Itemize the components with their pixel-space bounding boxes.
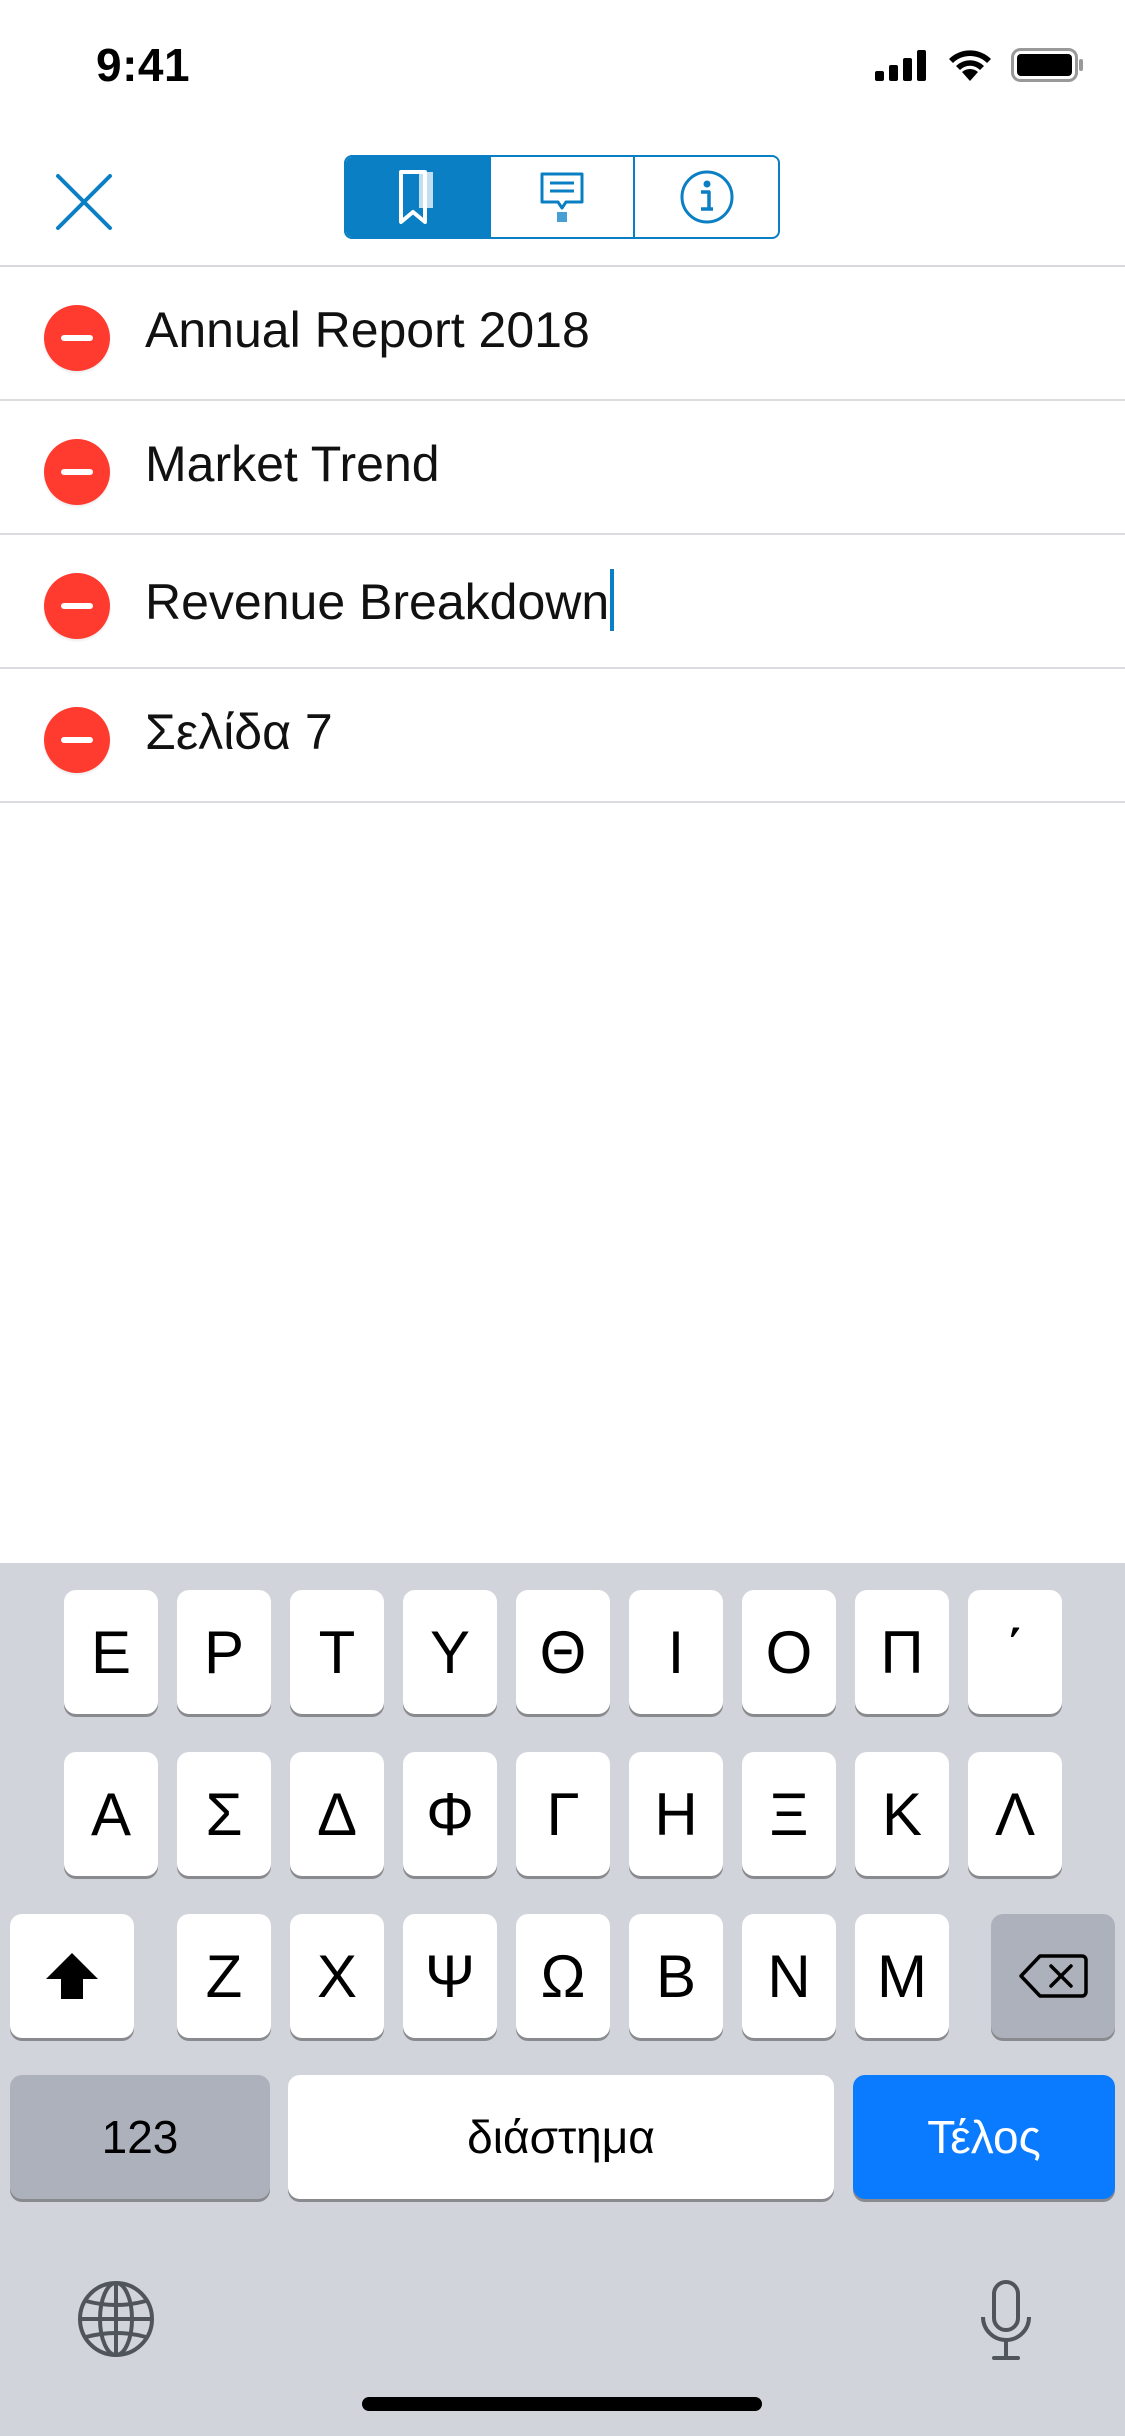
backspace-icon — [1019, 1954, 1088, 1998]
list-item[interactable]: Revenue Breakdown — [0, 535, 1125, 669]
bookmark-title[interactable]: Market Trend — [145, 435, 440, 493]
signal-icon — [875, 50, 926, 81]
status-time: 9:41 — [96, 39, 191, 91]
space-key[interactable]: διάστημα — [288, 2075, 834, 2199]
keyboard: Ε Ρ Τ Υ Θ Ι Ο Π ΄ Α Σ Δ Φ Γ Η Ξ Κ Λ Ζ Χ … — [0, 1563, 1125, 2436]
key[interactable]: Δ — [290, 1752, 384, 1876]
key[interactable]: Λ — [968, 1752, 1062, 1876]
key[interactable]: Ι — [629, 1590, 723, 1714]
key[interactable]: Ζ — [177, 1914, 271, 2038]
key[interactable]: Γ — [516, 1752, 610, 1876]
key[interactable]: Ε — [64, 1590, 158, 1714]
bookmark-title-input[interactable]: Revenue Breakdown — [145, 569, 615, 631]
minus-icon — [61, 469, 93, 475]
key[interactable]: Ο — [742, 1590, 836, 1714]
wifi-icon — [949, 50, 991, 81]
delete-button[interactable] — [44, 573, 110, 639]
done-key[interactable]: Τέλος — [853, 2075, 1115, 2199]
key[interactable]: Τ — [290, 1590, 384, 1714]
bookmark-title[interactable]: Σελίδα 7 — [145, 703, 333, 761]
key[interactable]: Υ — [403, 1590, 497, 1714]
key[interactable]: Α — [64, 1752, 158, 1876]
home-indicator — [362, 2397, 762, 2411]
close-button[interactable] — [52, 170, 116, 234]
delete-key[interactable] — [991, 1914, 1115, 2038]
nav-bar — [0, 140, 1125, 267]
delete-button[interactable] — [44, 707, 110, 773]
delete-button[interactable] — [44, 305, 110, 371]
minus-icon — [61, 603, 93, 609]
globe-icon — [78, 2281, 154, 2357]
list-item[interactable]: Σελίδα 7 — [0, 669, 1125, 803]
numbers-key[interactable]: 123 — [10, 2075, 270, 2199]
comment-icon — [540, 172, 584, 222]
globe-button[interactable] — [76, 2279, 156, 2359]
key[interactable]: Ξ — [742, 1752, 836, 1876]
bookmark-list: Annual Report 2018 Market Trend Revenue … — [0, 267, 1125, 803]
status-icons — [875, 48, 1085, 82]
key[interactable]: Η — [629, 1752, 723, 1876]
key[interactable]: Ν — [742, 1914, 836, 2038]
tab-bookmarks[interactable] — [346, 157, 491, 237]
list-item[interactable]: Annual Report 2018 — [0, 267, 1125, 401]
status-bar: 9:41 — [0, 0, 1125, 140]
battery-icon — [1011, 48, 1083, 82]
bookmark-title[interactable]: Annual Report 2018 — [145, 301, 590, 359]
key[interactable]: ΄ — [968, 1590, 1062, 1714]
key[interactable]: Σ — [177, 1752, 271, 1876]
key[interactable]: Κ — [855, 1752, 949, 1876]
bookmark-title-text: Revenue Breakdown — [145, 574, 610, 630]
minus-icon — [61, 737, 93, 743]
minus-icon — [61, 335, 93, 341]
key[interactable]: Ω — [516, 1914, 610, 2038]
tab-info[interactable] — [635, 157, 778, 237]
key[interactable]: Ρ — [177, 1590, 271, 1714]
key[interactable]: Ψ — [403, 1914, 497, 2038]
tab-annotations[interactable] — [491, 157, 636, 237]
key[interactable]: Θ — [516, 1590, 610, 1714]
key[interactable]: Π — [855, 1590, 949, 1714]
view-segmented-control — [344, 155, 780, 239]
shift-key[interactable] — [10, 1914, 134, 2038]
key[interactable]: Β — [629, 1914, 723, 2038]
close-icon — [56, 174, 112, 230]
bookmark-icon — [399, 170, 434, 224]
key[interactable]: Μ — [855, 1914, 949, 2038]
info-icon — [680, 170, 734, 224]
text-caret — [610, 569, 615, 631]
microphone-button[interactable] — [978, 2279, 1034, 2363]
microphone-icon — [981, 2280, 1031, 2360]
delete-button[interactable] — [44, 439, 110, 505]
key[interactable]: Χ — [290, 1914, 384, 2038]
list-item[interactable]: Market Trend — [0, 401, 1125, 535]
key[interactable]: Φ — [403, 1752, 497, 1876]
shift-icon — [46, 1953, 98, 1999]
